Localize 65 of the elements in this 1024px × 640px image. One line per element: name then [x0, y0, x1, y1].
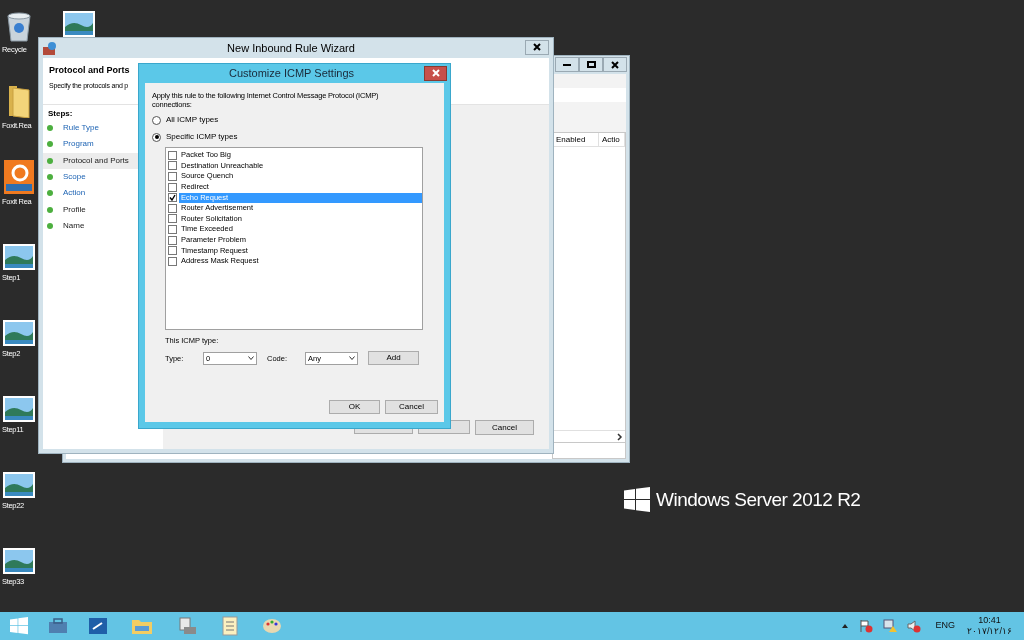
checkbox[interactable] — [168, 161, 177, 171]
checkbox[interactable] — [168, 224, 177, 234]
checkbox[interactable] — [168, 172, 177, 181]
status-dot-icon — [47, 141, 53, 148]
close-button[interactable] — [603, 57, 627, 72]
image-file-icon — [3, 548, 35, 574]
image-file-icon — [3, 244, 35, 270]
status-dot-icon — [47, 125, 53, 132]
page-heading: Protocol and Ports — [49, 64, 130, 76]
add-button[interactable]: Add — [368, 351, 419, 366]
radio-label[interactable]: Specific ICMP types — [166, 131, 238, 143]
status-dot-icon — [47, 157, 53, 164]
radio-button[interactable] — [152, 132, 161, 142]
status-dot-icon — [47, 206, 53, 213]
recycle-bin-icon — [6, 10, 32, 42]
image-file-icon — [3, 320, 35, 346]
pdf-icon — [4, 160, 34, 194]
status-dot-icon — [47, 174, 53, 181]
scroll-right-icon[interactable] — [615, 431, 625, 443]
folder-icon — [131, 617, 153, 635]
radio-button[interactable] — [152, 115, 161, 125]
checkbox[interactable] — [168, 182, 177, 192]
palette-icon — [262, 617, 282, 635]
steps-heading: Steps: — [47, 108, 73, 120]
window-title: New Inbound Rule Wizard — [226, 40, 356, 56]
checkbox[interactable] — [168, 193, 177, 203]
checkbox[interactable] — [168, 235, 177, 245]
checkbox[interactable] — [168, 203, 177, 213]
image-file-icon — [3, 472, 35, 498]
status-dot-icon — [47, 222, 53, 229]
windows-server-logo-text: Windows Server 2012 R2 — [656, 488, 861, 512]
radio-label[interactable]: All ICMP types — [166, 114, 219, 126]
close-button[interactable] — [525, 39, 549, 55]
ok-button[interactable]: OK — [329, 400, 380, 414]
cancel-button[interactable]: Cancel — [385, 400, 438, 414]
checkbox[interactable] — [168, 150, 177, 160]
toolbox-icon — [48, 618, 68, 634]
minimize-button[interactable] — [555, 57, 579, 72]
show-hidden-icons-icon[interactable] — [841, 623, 850, 629]
maximize-button[interactable] — [579, 57, 603, 72]
checkbox[interactable] — [168, 246, 177, 256]
close-icon — [533, 43, 541, 51]
network-warning-icon[interactable] — [883, 619, 898, 633]
speaker-muted-icon[interactable] — [907, 619, 922, 633]
chevron-down-icon — [248, 356, 254, 361]
language-indicator[interactable]: ENG — [935, 619, 955, 633]
chevron-down-icon — [349, 356, 355, 361]
close-icon — [431, 69, 440, 77]
checkbox[interactable] — [168, 214, 177, 224]
folder-icon — [7, 84, 31, 118]
close-button[interactable] — [424, 65, 447, 81]
column-header[interactable]: Actio — [599, 133, 625, 146]
status-dot-icon — [47, 190, 53, 197]
checkbox[interactable] — [168, 256, 177, 266]
image-file-icon — [63, 11, 95, 37]
windows-logo-icon — [10, 617, 28, 635]
maximize-icon — [586, 61, 596, 68]
dialog-title: Customize ICMP Settings — [227, 65, 356, 81]
notepad-icon — [222, 616, 238, 636]
image-file-icon — [3, 396, 35, 422]
flag-error-icon[interactable] — [859, 619, 874, 633]
close-icon — [611, 60, 619, 69]
windows-logo-icon — [624, 487, 650, 514]
cancel-button[interactable]: Cancel — [475, 420, 534, 435]
minimize-icon — [563, 63, 571, 66]
